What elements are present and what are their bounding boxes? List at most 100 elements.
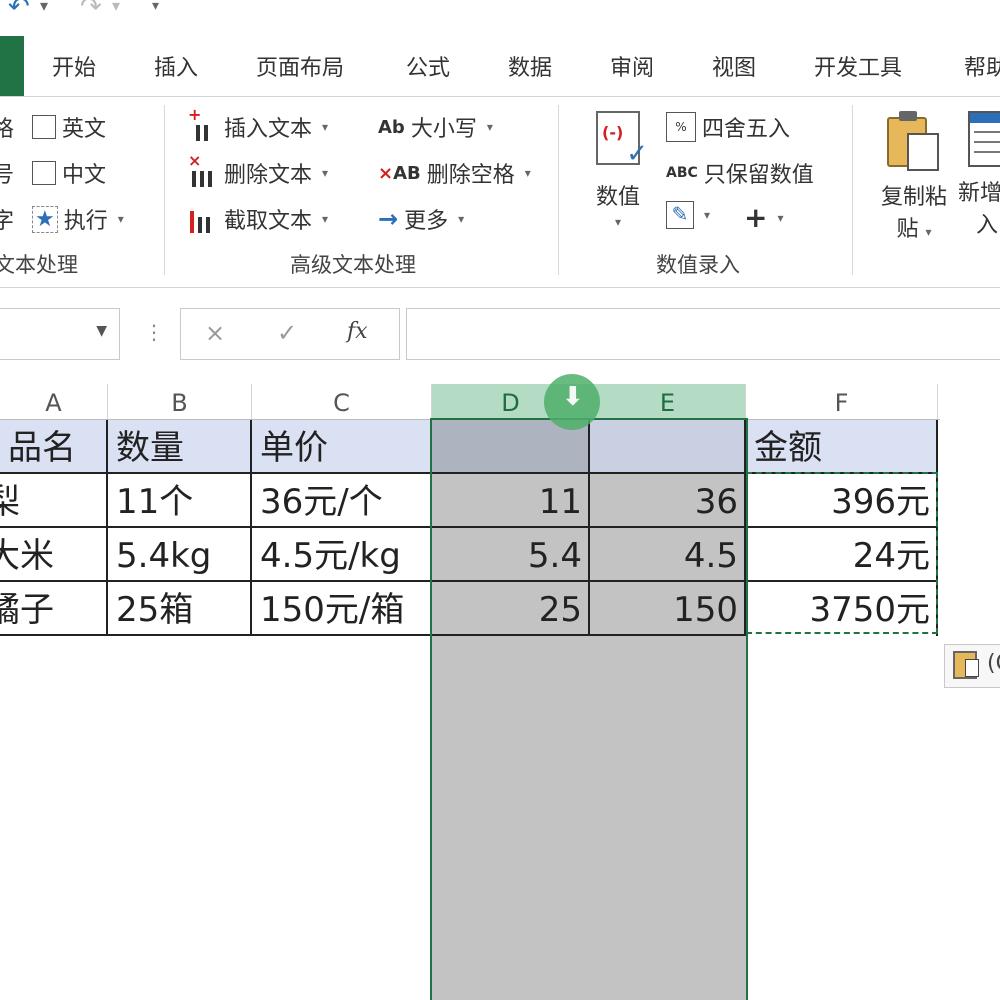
cell-b1[interactable]: 数量 bbox=[108, 420, 252, 474]
column-header-f[interactable]: F bbox=[746, 384, 938, 420]
cell-a2[interactable]: 梨 bbox=[0, 474, 108, 528]
copy-paste-button[interactable]: 复制粘 贴 ▾ bbox=[872, 111, 956, 243]
remove-spaces-button[interactable]: ×AB 删除空格 ▾ bbox=[378, 157, 531, 189]
checkbox-icon bbox=[32, 115, 56, 139]
keep-values-button[interactable]: ABC 只保留数值 bbox=[666, 157, 814, 189]
partial-item-1[interactable]: 格 bbox=[0, 111, 14, 143]
group-separator bbox=[558, 105, 559, 275]
ribbon-tabs: 开始 插入 页面布局 公式 数据 审阅 视图 开发工具 帮助 bbox=[0, 36, 1000, 96]
chinese-checkbox[interactable]: 中文 bbox=[32, 157, 106, 189]
tab-page-layout[interactable]: 页面布局 bbox=[256, 50, 344, 82]
new-sheet-icon bbox=[968, 111, 1000, 167]
partial-item-2[interactable]: 号 bbox=[0, 157, 14, 189]
group-label-value-entry: 数值录入 bbox=[656, 253, 740, 277]
chevron-down-icon: ▾ bbox=[925, 225, 932, 239]
chevron-down-icon: ▾ bbox=[614, 215, 622, 229]
plus-icon: + bbox=[744, 201, 768, 234]
drag-arrow-icon[interactable]: ⬇ bbox=[544, 374, 600, 430]
group-label-text-processing: 文本处理 bbox=[0, 253, 78, 277]
confirm-icon[interactable]: ✓ bbox=[277, 319, 297, 347]
file-tab[interactable] bbox=[0, 36, 24, 96]
paste-options-label: (Ctrl) bbox=[987, 651, 1000, 676]
remove-spaces-icon: ×AB bbox=[378, 162, 421, 184]
delete-text-icon: × bbox=[186, 151, 218, 189]
group-separator bbox=[164, 105, 165, 275]
round-button[interactable]: % 四舍五入 bbox=[666, 111, 790, 143]
cell-c2[interactable]: 36元/个 bbox=[252, 474, 432, 528]
selection-border bbox=[430, 418, 748, 1000]
column-header-b[interactable]: B bbox=[108, 384, 252, 420]
tab-insert[interactable]: 插入 bbox=[154, 50, 198, 82]
more-dots-icon[interactable]: ⋮ bbox=[144, 320, 164, 344]
group-separator bbox=[852, 105, 853, 275]
cancel-icon[interactable]: × bbox=[205, 319, 225, 347]
formula-buttons: × ✓ fx bbox=[180, 308, 400, 360]
formula-input[interactable] bbox=[406, 308, 1000, 360]
chevron-down-icon: ▾ bbox=[322, 120, 329, 134]
customize-qat-icon[interactable]: ▾ bbox=[152, 0, 159, 14]
quick-access-toolbar: ↶ ▾ ↷ ▾ ▾ bbox=[0, 0, 1000, 36]
cell-c1[interactable]: 单价 bbox=[252, 420, 432, 474]
column-header-row: A B C D E F bbox=[0, 384, 1000, 420]
cell-a4[interactable]: 橘子 bbox=[0, 582, 108, 636]
star-icon: ★ bbox=[32, 205, 58, 233]
case-button[interactable]: Ab 大小写 ▾ bbox=[378, 111, 493, 143]
extract-text-button[interactable]: 截取文本 ▾ bbox=[186, 203, 328, 235]
case-icon: Ab bbox=[378, 116, 405, 138]
chevron-down-icon: ▾ bbox=[777, 210, 784, 225]
undo-icon[interactable]: ↶ bbox=[8, 0, 30, 22]
value-button[interactable]: (-) ✓ 数值 ▾ bbox=[584, 111, 652, 229]
table-border bbox=[250, 420, 252, 636]
chevron-down-icon: ▾ bbox=[524, 166, 531, 180]
more-button[interactable]: → 更多 ▾ bbox=[378, 203, 464, 235]
cell-b3[interactable]: 5.4kg bbox=[108, 528, 252, 582]
redo-dropdown-icon[interactable]: ▾ bbox=[112, 0, 120, 15]
cell-a1[interactable]: 品名 bbox=[0, 420, 108, 474]
execute-button[interactable]: ★ 执行 ▾ bbox=[32, 203, 124, 235]
tab-view[interactable]: 视图 bbox=[712, 50, 756, 82]
english-checkbox[interactable]: 英文 bbox=[32, 111, 106, 143]
cell-b4[interactable]: 25箱 bbox=[108, 582, 252, 636]
column-header-a[interactable]: A bbox=[0, 384, 108, 420]
formula-bar: ▼ ⋮ × ✓ fx bbox=[0, 288, 1000, 380]
name-box[interactable]: ▼ bbox=[0, 308, 120, 360]
undo-dropdown-icon[interactable]: ▾ bbox=[40, 0, 48, 15]
arrow-right-icon: → bbox=[378, 205, 399, 233]
cell-b2[interactable]: 11个 bbox=[108, 474, 252, 528]
tab-home[interactable]: 开始 bbox=[52, 50, 96, 82]
pencil-edit-icon: ✎ bbox=[666, 201, 694, 229]
tab-help[interactable]: 帮助 bbox=[964, 50, 1000, 82]
cell-a3[interactable]: 大米 bbox=[0, 528, 108, 582]
tab-formulas[interactable]: 公式 bbox=[406, 50, 450, 82]
chevron-down-icon[interactable]: ▼ bbox=[96, 323, 107, 339]
column-header-c[interactable]: C bbox=[252, 384, 432, 420]
insert-text-button[interactable]: + 插入文本 ▾ bbox=[186, 105, 329, 143]
value-doc-icon: (-) ✓ bbox=[596, 111, 648, 169]
new-insert-button[interactable]: 新增 入 bbox=[958, 111, 1000, 239]
paste-options-button[interactable]: (Ctrl) bbox=[944, 644, 1000, 688]
cell-c4[interactable]: 150元/箱 bbox=[252, 582, 432, 636]
chevron-down-icon: ▾ bbox=[458, 212, 465, 226]
cell-c3[interactable]: 4.5元/kg bbox=[252, 528, 432, 582]
partial-item-3[interactable]: 字 bbox=[0, 203, 14, 235]
fx-icon[interactable]: fx bbox=[347, 319, 368, 344]
cell-f1[interactable]: 金额 bbox=[746, 420, 938, 474]
chevron-down-icon: ▾ bbox=[322, 166, 329, 180]
group-label-advanced-text: 高级文本处理 bbox=[290, 253, 416, 277]
delete-text-button[interactable]: × 删除文本 ▾ bbox=[186, 151, 329, 189]
copy-marquee bbox=[746, 472, 938, 634]
insert-text-icon: + bbox=[186, 105, 218, 143]
chevron-down-icon: ▾ bbox=[704, 208, 711, 222]
ribbon: 格 号 字 英文 中文 ★ 执行 ▾ 文本处理 + 插入文本 ▾ × 删除文本 … bbox=[0, 97, 1000, 287]
add-button[interactable]: + ▾ bbox=[744, 201, 784, 234]
extract-text-icon bbox=[186, 203, 218, 235]
checkbox-icon bbox=[32, 161, 56, 185]
chevron-down-icon: ▾ bbox=[322, 212, 329, 226]
edit-button[interactable]: ✎ ▾ bbox=[666, 201, 710, 229]
column-header-e[interactable]: E bbox=[590, 384, 746, 420]
abc-icon: ABC bbox=[666, 165, 698, 181]
tab-review[interactable]: 审阅 bbox=[610, 50, 654, 82]
tab-developer[interactable]: 开发工具 bbox=[814, 50, 902, 82]
tab-data[interactable]: 数据 bbox=[508, 50, 552, 82]
redo-icon[interactable]: ↷ bbox=[80, 0, 102, 22]
